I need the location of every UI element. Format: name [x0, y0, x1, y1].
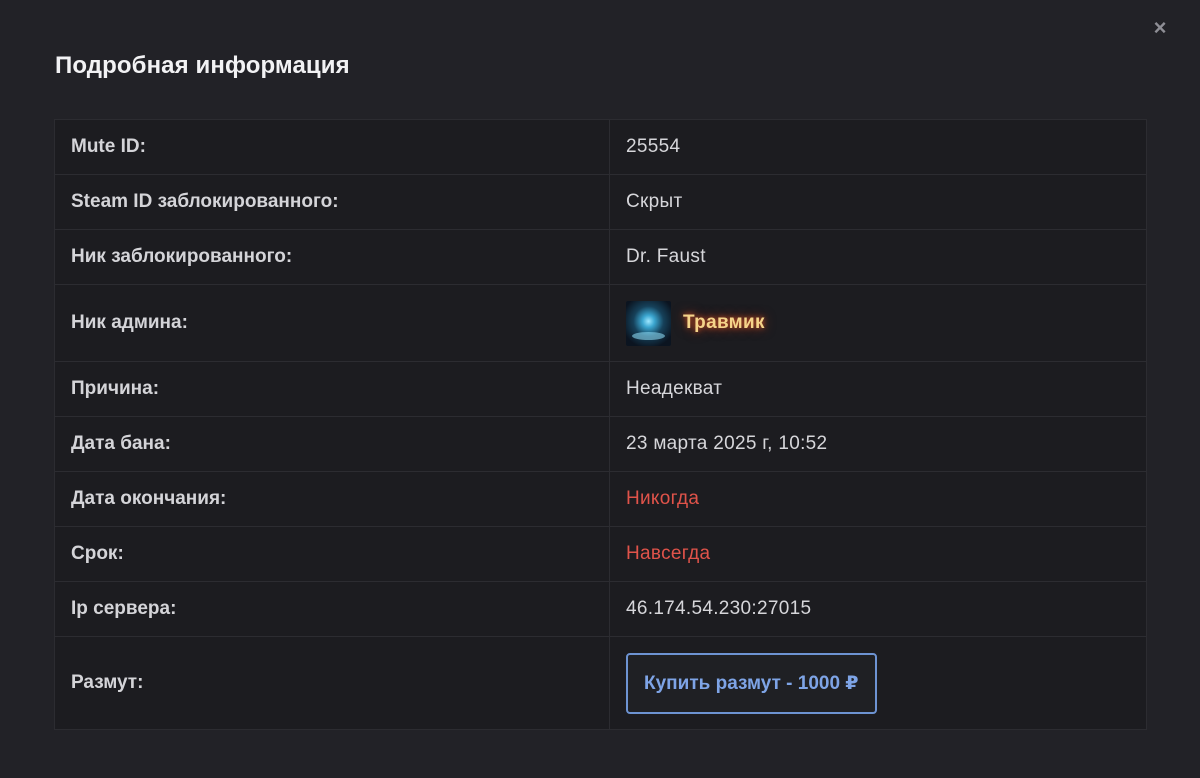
admin-profile-link[interactable]: Травмик	[626, 300, 1130, 346]
table-row: Ник админа: Травмик	[54, 284, 1147, 362]
row-value-ban-date: 23 марта 2025 г, 10:52	[609, 416, 1147, 472]
table-row: Дата окончания: Никогда	[54, 471, 1147, 527]
table-row: Ip сервера: 46.174.54.230:27015	[54, 581, 1147, 637]
row-label-unmute: Размут:	[54, 636, 610, 730]
table-row: Mute ID: 25554	[54, 119, 1147, 175]
buy-unmute-button[interactable]: Купить размут - 1000 ₽	[626, 652, 877, 714]
close-icon[interactable]: ×	[1148, 16, 1172, 40]
row-label-admin-nick: Ник админа:	[54, 284, 610, 362]
row-label-reason: Причина:	[54, 361, 610, 417]
row-label-banned-nick: Ник заблокированного:	[54, 229, 610, 285]
row-value-server-ip: 46.174.54.230:27015	[609, 581, 1147, 637]
table-row: Ник заблокированного: Dr. Faust	[54, 229, 1147, 285]
row-label-steam-id: Steam ID заблокированного:	[54, 174, 610, 230]
row-label-ban-date: Дата бана:	[54, 416, 610, 472]
row-label-end-date: Дата окончания:	[54, 471, 610, 527]
table-row: Steam ID заблокированного: Скрыт	[54, 174, 1147, 230]
row-value-reason: Неадекват	[609, 361, 1147, 417]
table-row: Причина: Неадекват	[54, 361, 1147, 417]
admin-name[interactable]: Травмик	[683, 312, 765, 334]
table-row: Дата бана: 23 марта 2025 г, 10:52	[54, 416, 1147, 472]
row-value-unmute: Купить размут - 1000 ₽	[609, 636, 1147, 730]
row-value-banned-nick: Dr. Faust	[609, 229, 1147, 285]
row-label-term: Срок:	[54, 526, 610, 582]
row-value-mute-id: 25554	[609, 119, 1147, 175]
mute-details-modal: × Подробная информация Mute ID: 25554 St…	[0, 0, 1200, 778]
row-value-admin: Травмик	[609, 284, 1147, 362]
row-value-end-date: Никогда	[609, 471, 1147, 527]
details-table: Mute ID: 25554 Steam ID заблокированного…	[54, 119, 1147, 730]
row-value-steam-id: Скрыт	[609, 174, 1147, 230]
admin-avatar[interactable]	[626, 300, 671, 346]
table-row: Размут: Купить размут - 1000 ₽	[54, 636, 1147, 730]
row-label-server-ip: Ip сервера:	[54, 581, 610, 637]
row-label-mute-id: Mute ID:	[54, 119, 610, 175]
row-value-term: Навсегда	[609, 526, 1147, 582]
table-row: Срок: Навсегда	[54, 526, 1147, 582]
modal-title: Подробная информация	[55, 52, 350, 79]
